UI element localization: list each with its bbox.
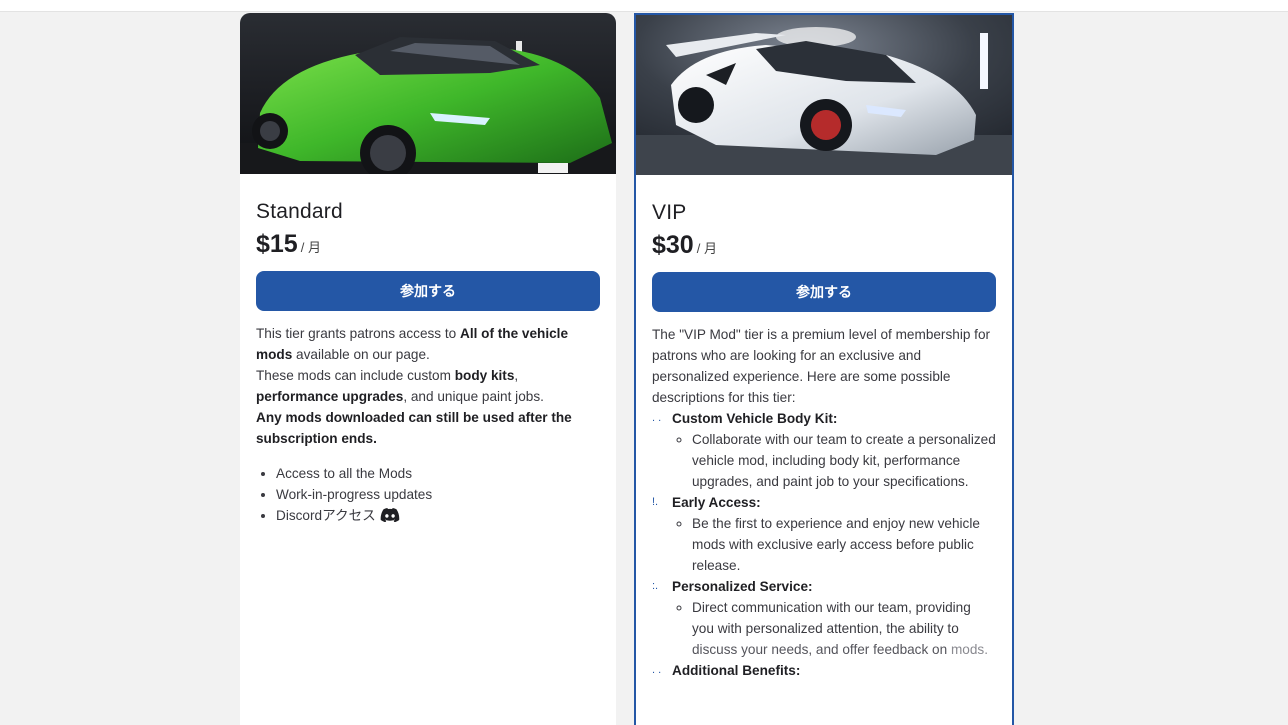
tier-image-vip (636, 15, 1012, 175)
list-marker: :. (652, 580, 659, 592)
list-item: Work-in-progress updates (276, 484, 600, 505)
list-marker: . . (652, 412, 662, 424)
tier-price: $15 (256, 230, 298, 258)
feature-list: Access to all the Mods Work-in-progress … (256, 463, 600, 526)
tier-price: $30 (652, 231, 694, 259)
tier-card-standard: Standard $15 / 月 参加する This tier grants p… (240, 13, 616, 725)
tier-name: VIP (652, 201, 687, 224)
list-item: :. Personalized Service: Direct communic… (652, 576, 996, 660)
tier-image-standard (240, 13, 616, 174)
tier-description: The "VIP Mod" tier is a premium level of… (652, 327, 991, 405)
list-item: !. Early Access: Be the first to experie… (652, 492, 996, 576)
list-item: Collaborate with our team to create a pe… (692, 429, 996, 492)
price-period: / 月 (300, 240, 321, 255)
list-item: . . Custom Vehicle Body Kit: Collaborate… (652, 408, 996, 492)
list-item: Be the first to experience and enjoy new… (692, 513, 996, 576)
tier-name: Standard (256, 200, 343, 223)
list-item: . . Additional Benefits: (652, 660, 996, 681)
list-item: Discordアクセス (276, 505, 600, 526)
price-period: / 月 (696, 241, 717, 256)
join-button-vip[interactable]: 参加する (652, 272, 996, 312)
tier-description: This tier grants patrons access to All o… (256, 326, 572, 446)
list-item: Access to all the Mods (276, 463, 600, 484)
discord-icon (380, 508, 400, 522)
list-marker: !. (652, 496, 659, 508)
join-button-standard[interactable]: 参加する (256, 271, 600, 311)
list-marker: . . (652, 664, 662, 676)
list-item: Direct communication with our team, prov… (692, 597, 996, 660)
tier-card-vip: VIP $30 / 月 参加する The "VIP Mod" tier is a… (634, 13, 1014, 725)
benefit-list: . . Custom Vehicle Body Kit: Collaborate… (652, 408, 996, 681)
top-bar (0, 0, 1288, 12)
